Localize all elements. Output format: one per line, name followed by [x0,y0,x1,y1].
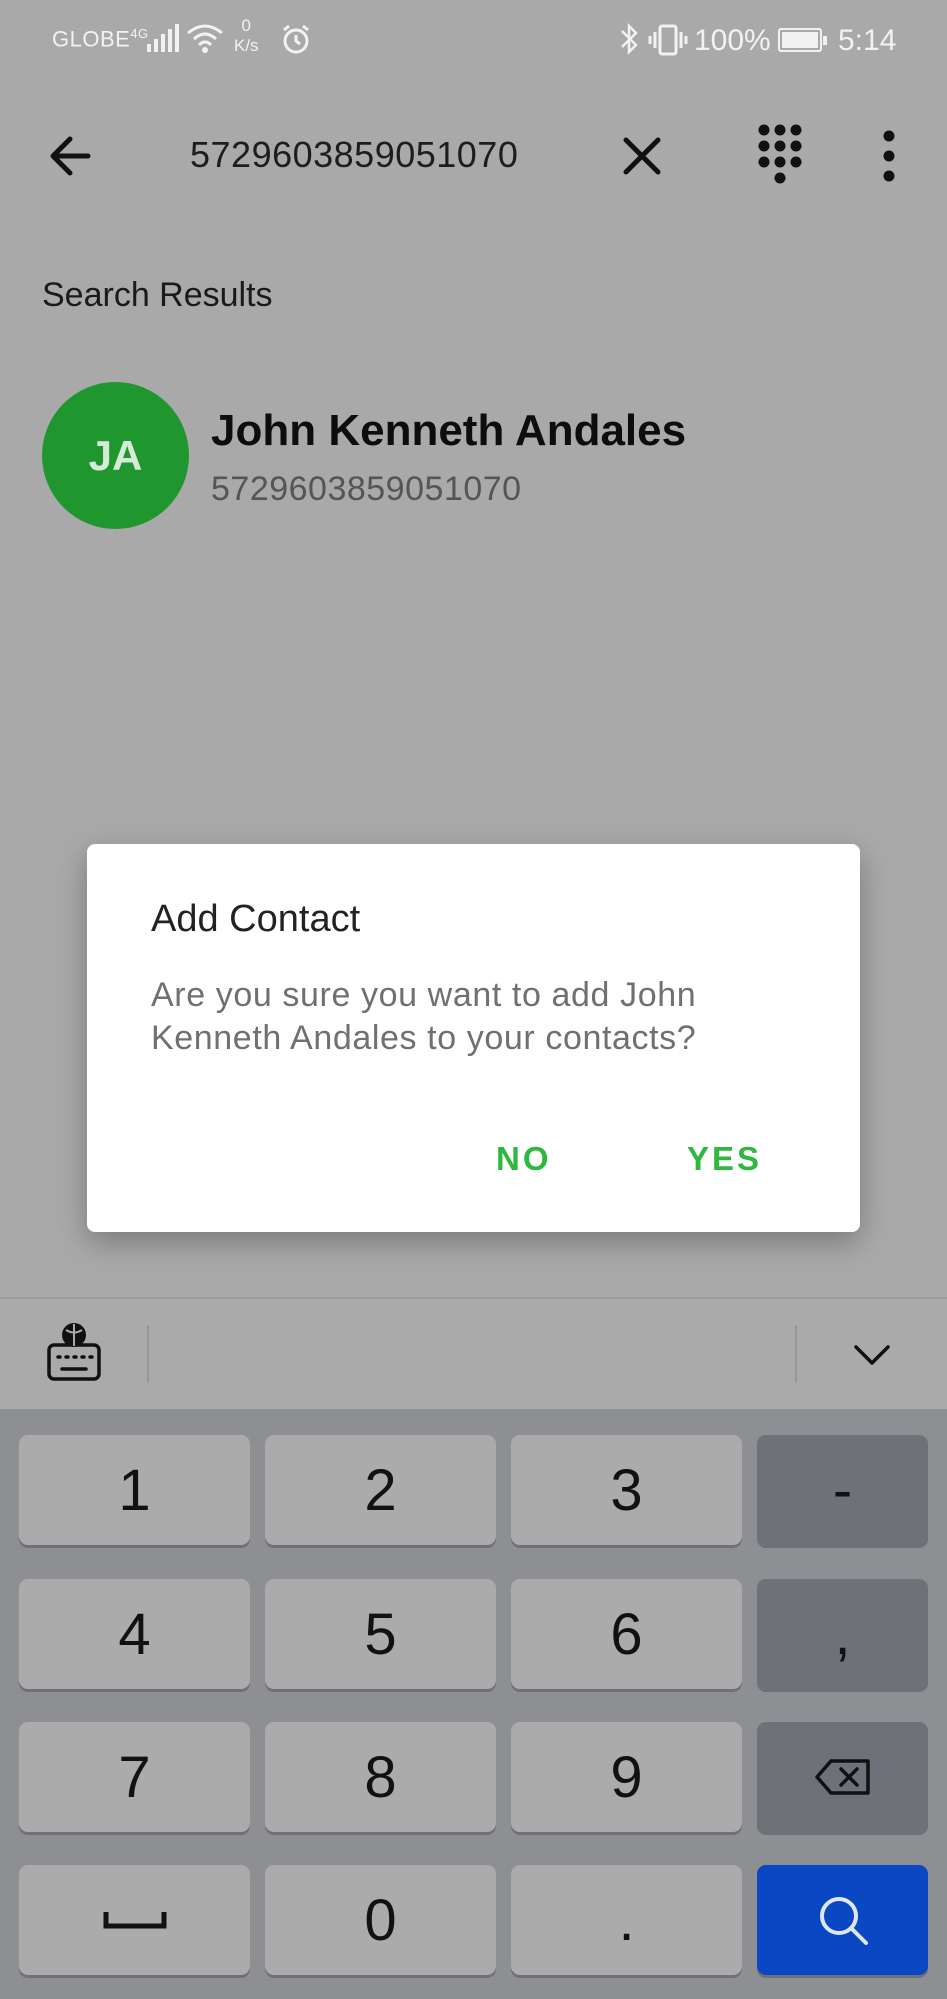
clock: 5:14 [838,24,897,57]
dialog-message: Are you sure you want to add John Kennet… [151,976,697,1057]
search-icon [819,1897,868,1945]
search-results-heading: Search Results [42,276,273,314]
numeric-keypad: 1 2 3 - 4 5 6 , 7 8 9 0 . [0,1409,947,1999]
key-6[interactable]: 6 [511,1579,742,1689]
carrier-name: GLOBE [52,26,131,52]
add-contact-dialog: Add Contact Are you sure you want to add… [87,844,860,1232]
status-bar: GLOBE4G 0 K/s 100% 5:14 [0,0,947,80]
battery-percent: 100% [694,24,771,57]
toolbar-divider [795,1325,797,1383]
backspace-icon [814,1759,870,1795]
yes-button[interactable]: YES [687,1140,762,1178]
dialog-title: Add Contact [151,898,361,940]
key-3[interactable]: 3 [511,1435,742,1545]
alarm-icon [283,24,309,54]
close-icon[interactable] [614,128,670,184]
wifi-icon [187,24,223,53]
key-8[interactable]: 8 [265,1722,496,1832]
back-arrow-icon[interactable] [42,128,102,184]
vibrate-icon [648,24,688,56]
contact-result-row[interactable]: JA John Kenneth Andales 5729603859051070 [0,370,947,540]
battery-icon [778,28,827,52]
more-vert-icon[interactable] [872,128,906,184]
key-dash[interactable]: - [757,1435,928,1545]
contact-name: John Kenneth Andales [211,406,687,455]
backspace-key[interactable] [757,1722,928,1832]
chevron-down-icon[interactable] [848,1335,896,1375]
carrier-label: GLOBE4G [52,26,149,52]
search-input[interactable]: 5729603859051070 [190,134,518,176]
key-1[interactable]: 1 [19,1435,250,1545]
net-speed: 0 K/s [234,16,259,56]
dialpad-icon[interactable] [750,120,810,190]
signal-icon [147,24,179,52]
space-key[interactable] [19,1865,250,1975]
key-comma[interactable]: , [757,1579,928,1689]
net-speed-value: 0 [241,16,252,35]
bluetooth-icon [621,22,638,56]
key-7[interactable]: 7 [19,1722,250,1832]
key-2[interactable]: 2 [265,1435,496,1545]
key-dot[interactable]: . [511,1865,742,1975]
contact-number: 5729603859051070 [211,470,522,508]
key-4[interactable]: 4 [19,1579,250,1689]
key-0[interactable]: 0 [265,1865,496,1975]
app-bar: 5729603859051070 [0,100,947,210]
net-speed-unit: K/s [234,36,259,55]
avatar: JA [42,382,189,529]
no-button[interactable]: NO [496,1140,552,1178]
search-key[interactable] [757,1865,928,1975]
space-icon [103,1912,166,1929]
keyboard-settings-icon[interactable] [46,1321,102,1383]
toolbar-divider [147,1325,149,1383]
network-type: 4G [130,26,149,41]
keyboard-toolbar [0,1297,947,1409]
key-5[interactable]: 5 [265,1579,496,1689]
key-9[interactable]: 9 [511,1722,742,1832]
